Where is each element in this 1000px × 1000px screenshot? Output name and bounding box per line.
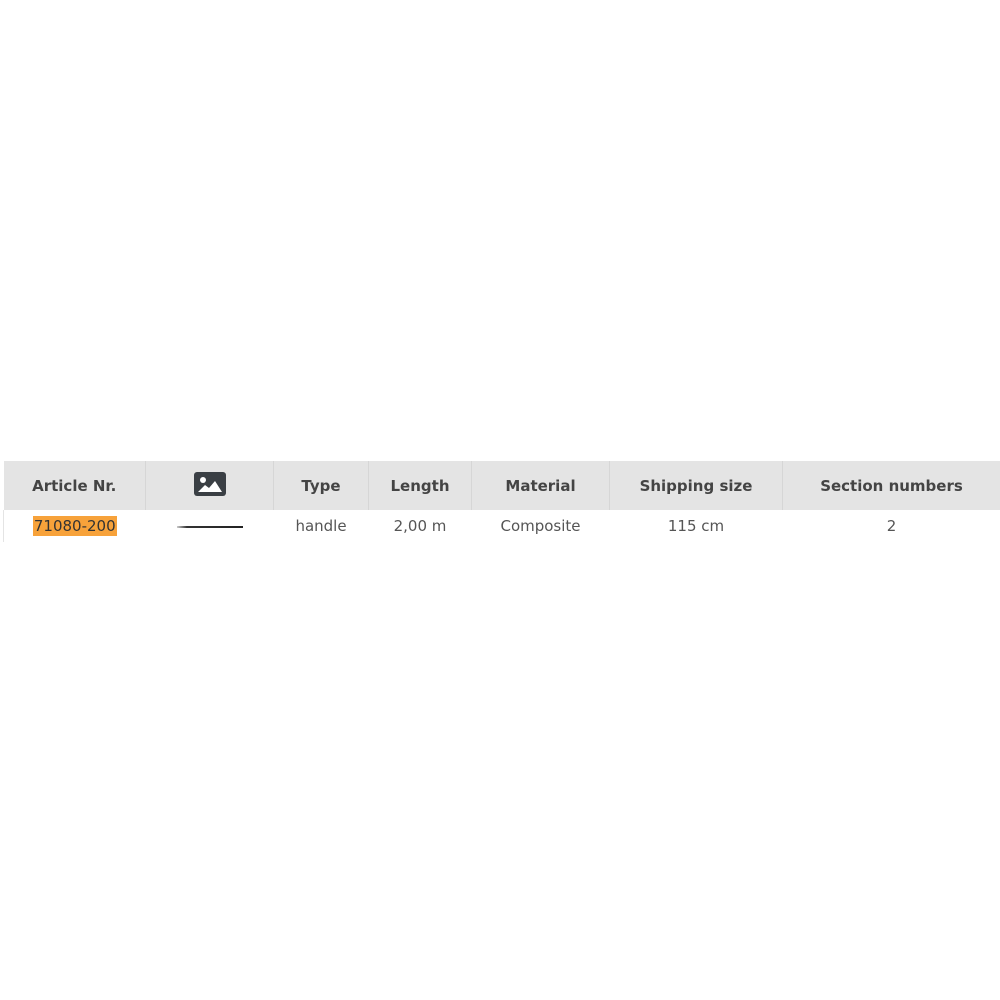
cell-section-numbers: 2 xyxy=(886,517,897,535)
header-shipping-size[interactable]: Shipping size xyxy=(609,461,783,510)
cell-length: 2,00 m xyxy=(393,517,447,535)
article-number-link[interactable]: 71080-200 xyxy=(32,516,117,536)
header-image xyxy=(145,461,274,510)
header-article-nr[interactable]: Article Nr. xyxy=(3,461,146,510)
product-table-container: Article Nr. Type Length Material Shippin… xyxy=(3,461,1000,542)
header-section-numbers[interactable]: Section numbers xyxy=(783,461,1000,510)
product-table: Article Nr. Type Length Material Shippin… xyxy=(3,461,1000,542)
cell-type: handle xyxy=(295,517,347,535)
image-icon xyxy=(193,471,226,500)
header-type[interactable]: Type xyxy=(273,461,369,510)
cell-shipping-size: 115 cm xyxy=(667,517,725,535)
cell-article-nr[interactable]: 71080-200 xyxy=(3,510,146,542)
table-header-row: Article Nr. Type Length Material Shippin… xyxy=(3,461,1000,510)
handle-thumbnail-image[interactable] xyxy=(176,525,243,528)
table-row[interactable]: 71080-200 handle 2,00 m Composite 115 cm… xyxy=(3,510,1000,542)
header-length[interactable]: Length xyxy=(368,461,472,510)
cell-image xyxy=(146,510,274,542)
cell-material: Composite xyxy=(500,517,581,535)
header-material[interactable]: Material xyxy=(471,461,610,510)
